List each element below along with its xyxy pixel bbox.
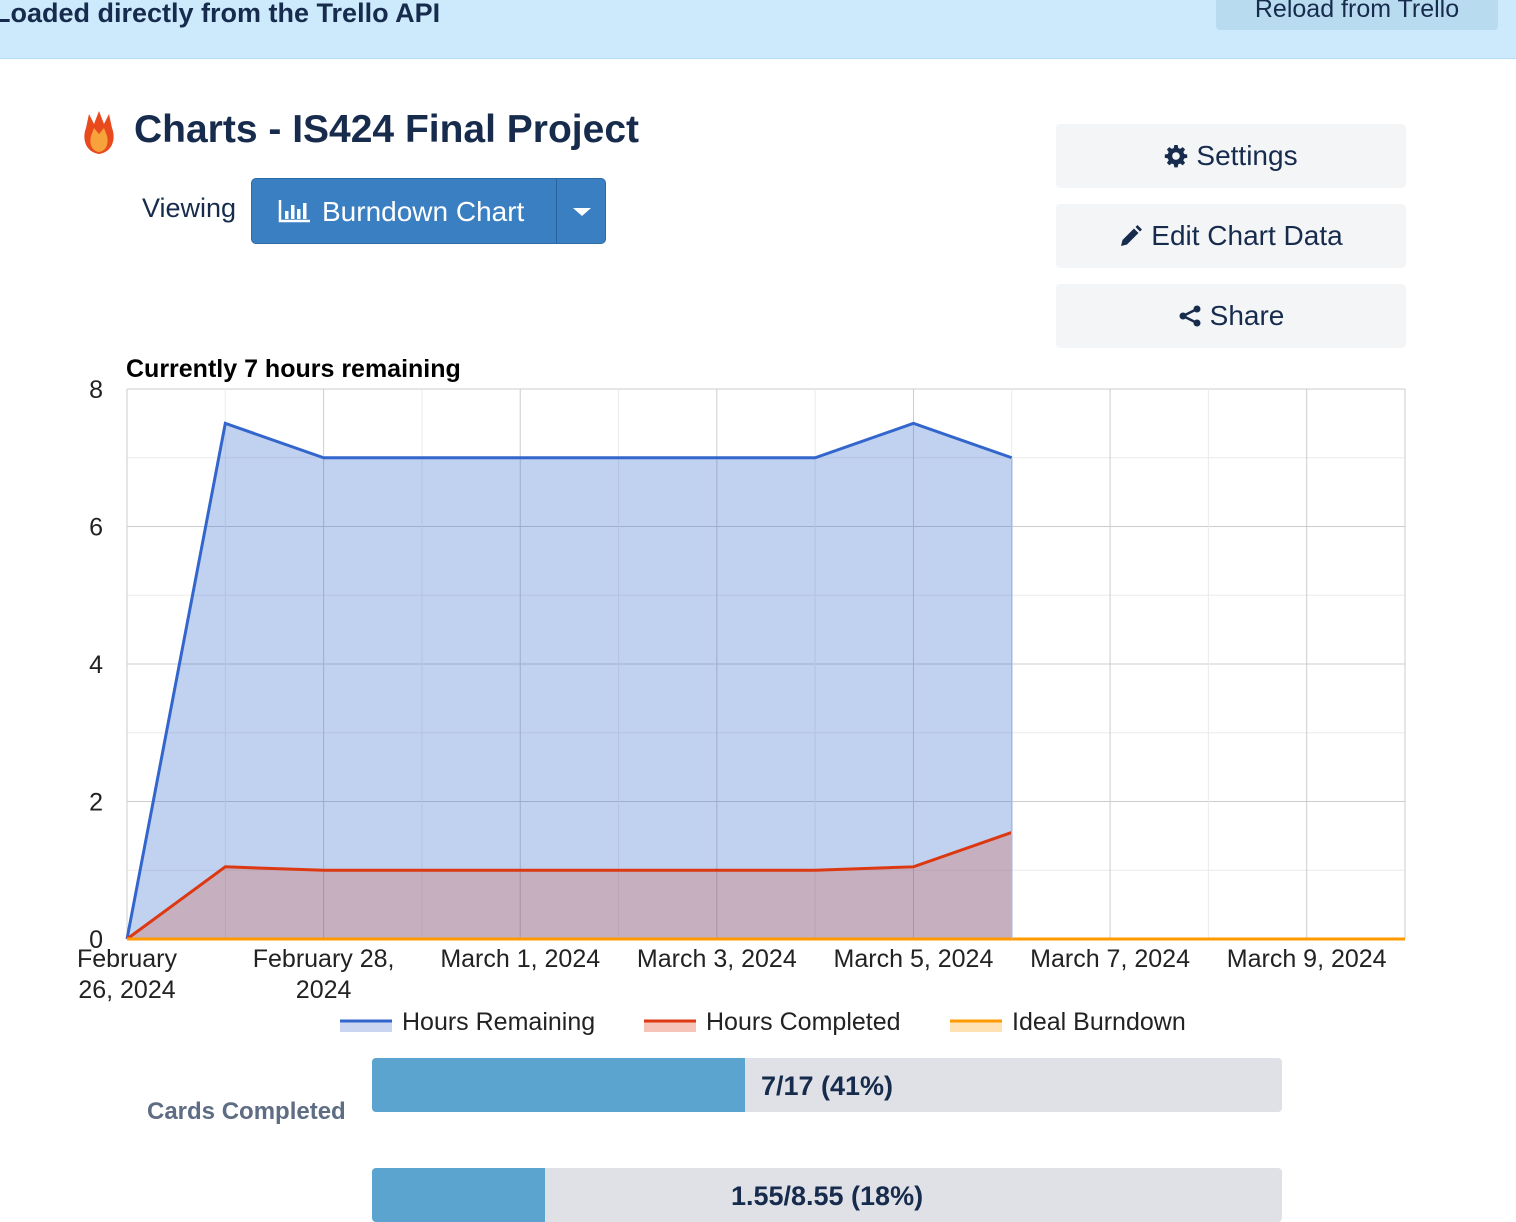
burndown-chart: Currently 7 hours remaining 02468Februar… [77, 355, 1406, 1036]
page-title: Charts - IS424 Final Project [134, 108, 640, 151]
share-label: Share [1209, 300, 1285, 331]
series-area [127, 423, 1012, 939]
bar-chart-icon [278, 200, 310, 223]
cards-completed-progress: 7/17 (41%) [372, 1058, 1282, 1112]
chart-type-button[interactable]: Burndown Chart [252, 179, 557, 243]
settings-button[interactable]: Settings [1056, 124, 1406, 188]
y-tick-label: 2 [89, 789, 103, 817]
y-tick-label: 6 [89, 514, 103, 542]
y-tick-label: 4 [89, 651, 103, 679]
x-tick-label: February 28, 2024 [253, 945, 395, 1004]
chart-type-select[interactable]: Burndown Chart [251, 178, 606, 244]
fire-icon [84, 111, 114, 154]
edit-chart-data-label: Edit Chart Data [1151, 220, 1343, 251]
chart-type-dropdown-toggle[interactable] [557, 179, 605, 243]
x-tick-label: March 3, 2024 [637, 945, 797, 973]
gear-icon [1165, 145, 1188, 168]
hours-completed-progress: 1.55/8.55 (18%) [372, 1168, 1282, 1222]
x-tick-label: March 7, 2024 [1030, 945, 1190, 973]
chart-type-label: Burndown Chart [322, 196, 525, 227]
banner-text: Loaded directly from the Trello API [0, 0, 441, 28]
legend-label: Ideal Burndown [1012, 1008, 1186, 1036]
legend-label: Hours Remaining [402, 1008, 595, 1036]
settings-label: Settings [1196, 140, 1298, 171]
cards-completed-label: Cards Completed [147, 1098, 346, 1125]
x-tick-label: February 26, 2024 [77, 945, 178, 1004]
x-tick-label: March 9, 2024 [1227, 945, 1387, 973]
viewing-label: Viewing [142, 193, 237, 223]
x-tick-label: March 5, 2024 [834, 945, 994, 973]
x-tick-label: March 1, 2024 [440, 945, 600, 973]
chart-title: Currently 7 hours remaining [126, 355, 461, 383]
y-tick-label: 8 [89, 376, 103, 404]
progress-text: 7/17 (41%) [760, 1071, 894, 1101]
edit-chart-data-button[interactable]: Edit Chart Data [1056, 204, 1406, 268]
share-button[interactable]: Share [1056, 284, 1406, 348]
progress-text: 1.55/8.55 (18%) [730, 1181, 924, 1211]
info-banner: Loaded directly from the Trello API Relo… [0, 0, 1516, 59]
pencil-icon [1121, 225, 1143, 246]
legend-label: Hours Completed [706, 1008, 901, 1036]
reload-from-trello-button[interactable]: Reload from Trello [1216, 0, 1498, 30]
caret-down-icon [573, 208, 591, 216]
share-icon [1179, 305, 1201, 327]
